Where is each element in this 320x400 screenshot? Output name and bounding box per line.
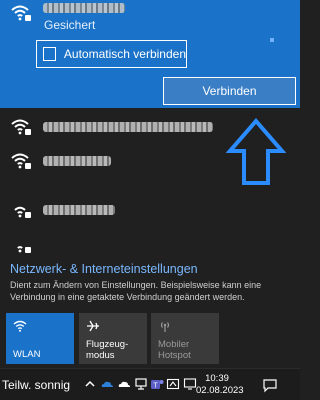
airplane-icon xyxy=(87,320,99,332)
network-name-redacted xyxy=(43,3,125,13)
annotation-arrow-icon xyxy=(226,118,286,185)
wlan-label: WLAN xyxy=(13,349,41,360)
svg-text:T: T xyxy=(153,383,158,390)
onedrive-icon[interactable] xyxy=(117,377,131,391)
connect-button[interactable]: Verbinden xyxy=(163,77,296,105)
airplane-mode-toggle[interactable]: Flugzeug- modus xyxy=(79,313,147,364)
wifi-secured-icon xyxy=(17,246,31,253)
network-name-redacted xyxy=(43,156,111,166)
wlan-toggle[interactable]: WLAN xyxy=(6,313,74,364)
network-settings-description: Dient zum Ändern von Einstellungen. Beis… xyxy=(10,280,262,302)
wifi-secured-icon xyxy=(11,153,31,169)
checkbox-box[interactable] xyxy=(43,47,56,61)
security-icon[interactable] xyxy=(166,377,180,391)
wifi-secured-icon xyxy=(14,206,31,218)
network-list-item[interactable] xyxy=(0,193,300,227)
airplane-mode-label: Flugzeug- modus xyxy=(86,339,129,361)
wifi-secured-icon xyxy=(11,119,31,135)
onedrive-icon[interactable] xyxy=(100,377,114,391)
focus-dot xyxy=(270,38,274,42)
display-icon[interactable] xyxy=(183,377,197,391)
network-icon[interactable] xyxy=(134,377,148,391)
weather-widget[interactable]: Teilw. sonnig xyxy=(2,378,70,392)
notification-icon[interactable] xyxy=(262,377,278,393)
chevron-up-icon[interactable] xyxy=(83,377,97,391)
clock-date: 02.08.2023 xyxy=(196,385,244,396)
network-name-redacted xyxy=(43,205,115,215)
network-status: Gesichert xyxy=(44,18,96,32)
mobile-hotspot-toggle[interactable]: Mobiler Hotspot xyxy=(151,313,219,364)
auto-connect-checkbox[interactable]: Automatisch verbinden xyxy=(36,40,187,68)
selected-network[interactable]: Gesichert Automatisch verbinden Verbinde… xyxy=(0,0,300,108)
network-list-item[interactable] xyxy=(0,228,300,253)
network-settings-link[interactable]: Netzwerk- & Interneteinstellungen xyxy=(10,262,198,276)
auto-connect-label: Automatisch verbinden xyxy=(63,47,186,61)
network-name-redacted xyxy=(43,122,213,132)
clock-time: 10:39 xyxy=(205,373,229,384)
taskbar: Teilw. sonnig T 10:39 02.08.2023 xyxy=(0,368,300,400)
mobile-hotspot-label: Mobiler Hotspot xyxy=(158,339,191,361)
teams-icon[interactable]: T xyxy=(150,377,164,391)
wifi-secured-icon xyxy=(11,5,31,21)
system-clock[interactable]: 10:39 02.08.2023 xyxy=(196,373,244,397)
wifi-icon xyxy=(13,320,27,332)
hotspot-icon xyxy=(160,322,170,332)
